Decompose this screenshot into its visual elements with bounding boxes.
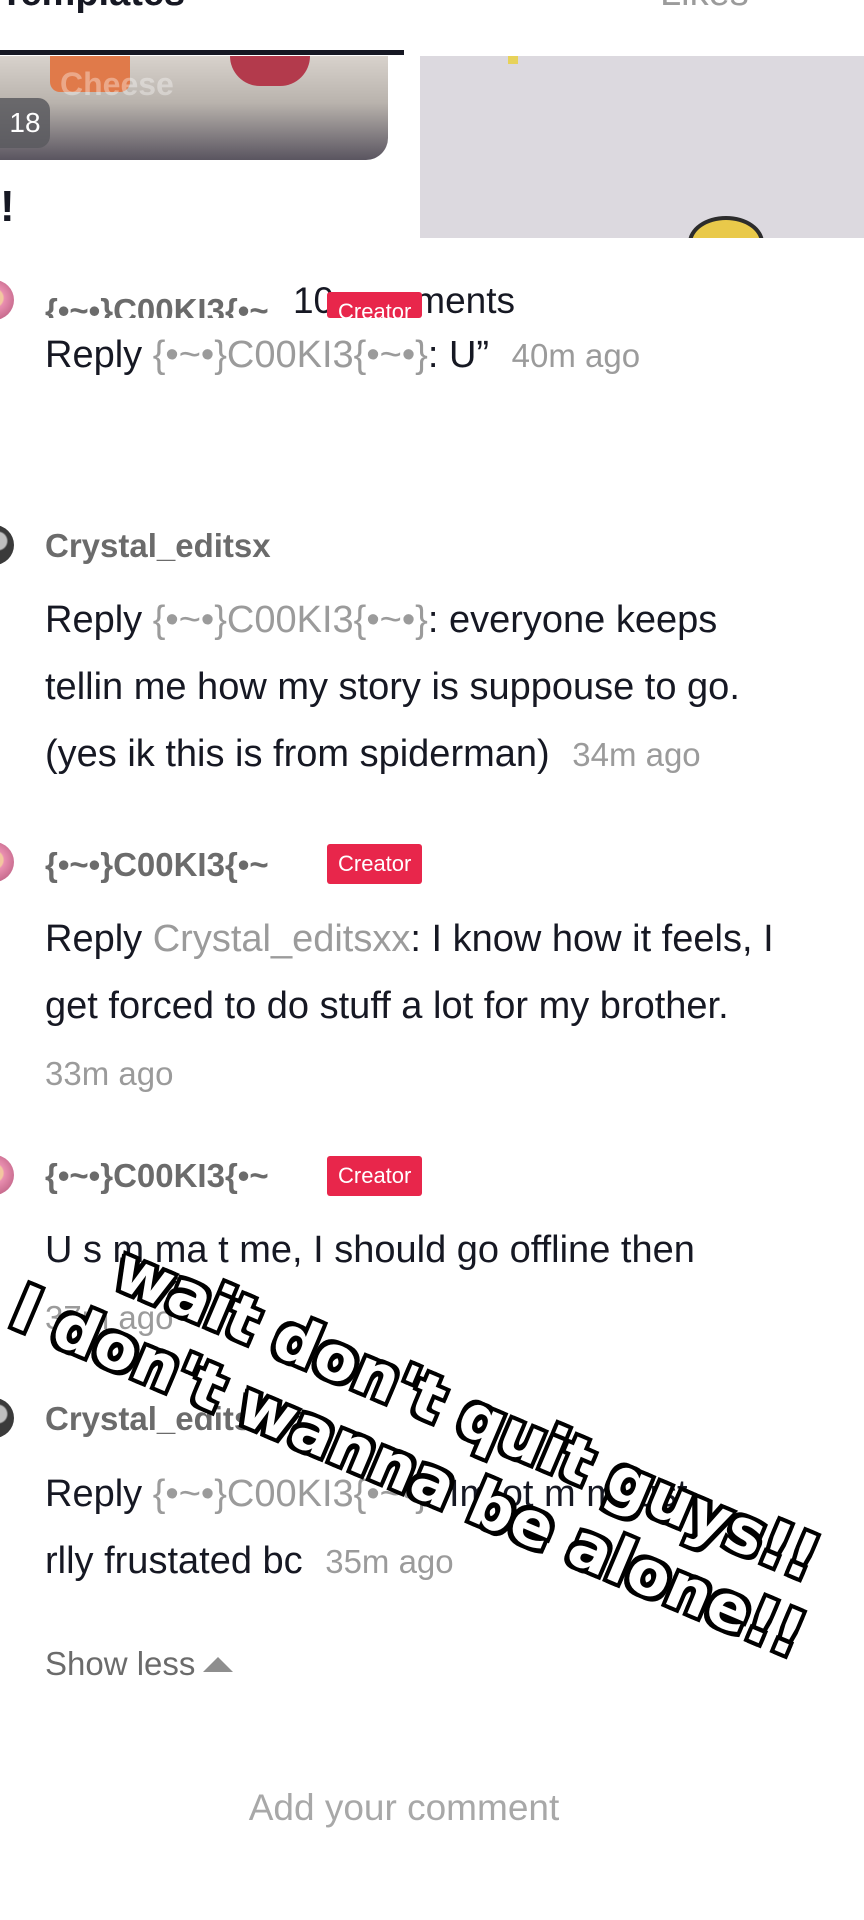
comment-timestamp: 34m ago bbox=[572, 736, 701, 773]
creator-badge: Creator bbox=[327, 292, 423, 318]
reply-mention[interactable]: {•~•}C00KI3{•~•} bbox=[153, 599, 428, 641]
thumbnail-art bbox=[508, 56, 518, 64]
reply-mention[interactable]: {•~•}C00KI3{•~•} bbox=[153, 334, 428, 376]
reply-word: Reply bbox=[45, 599, 143, 641]
add-comment-input[interactable]: Add your comment bbox=[0, 1787, 808, 1829]
avatar[interactable] bbox=[0, 842, 14, 882]
comment-timestamp: 33m ago bbox=[45, 1055, 174, 1092]
avatar[interactable] bbox=[0, 1398, 14, 1438]
comment-body-line: : I know how it feels, I bbox=[410, 918, 774, 960]
creator-badge: Creator bbox=[327, 1156, 423, 1196]
comments-panel: 10 comments {•~•}C00KI3{•~ Creator Reply… bbox=[0, 240, 864, 1920]
comment-body-line: get forced to do stuff a lot for my brot… bbox=[45, 985, 729, 1027]
comment-body-line: (yes ik this is from spiderman) bbox=[45, 733, 550, 775]
comment-username[interactable]: Crystal_editsx bbox=[45, 527, 271, 565]
comment-body: : U” bbox=[427, 334, 490, 376]
avatar[interactable] bbox=[0, 1155, 14, 1195]
caret-up-icon bbox=[203, 1657, 234, 1672]
thumbnail-art bbox=[230, 56, 310, 86]
comment-username[interactable]: {•~•}C00KI3{•~ bbox=[45, 1157, 269, 1195]
reply-mention[interactable]: Crystal_editsxx bbox=[153, 918, 411, 960]
profile-tab-bar: Templates Likes bbox=[0, 0, 864, 56]
video-thumbnail-1[interactable]: Cheese bbox=[0, 56, 388, 160]
reply-word: Reply bbox=[45, 918, 143, 960]
show-less-label: Show less bbox=[45, 1645, 196, 1682]
comment-body-line: tellin me how my story is suppouse to go… bbox=[45, 666, 740, 708]
creator-badge: Creator bbox=[327, 844, 423, 884]
show-less-button[interactable]: Show less bbox=[45, 1645, 234, 1683]
comment-text[interactable]: Reply {•~•}C00KI3{•~•}: everyone keeps t… bbox=[45, 587, 864, 788]
comment-body-line: rlly frustated bc bbox=[45, 1540, 303, 1582]
comment-text[interactable]: Reply Crystal_editsxx: I know how it fee… bbox=[45, 906, 864, 1107]
comment-username[interactable]: {•~•}C00KI3{•~ bbox=[45, 846, 269, 884]
view-count-badge: 18 bbox=[0, 98, 50, 148]
comment-text[interactable]: Reply {•~•}C00KI3{•~•}: U” 40m ago bbox=[45, 322, 864, 389]
thumbnail-watermark: Cheese bbox=[60, 66, 174, 102]
comment-body-line: : everyone keeps bbox=[427, 599, 718, 641]
active-tab-indicator bbox=[0, 50, 404, 55]
tab-likes[interactable]: Likes bbox=[660, 0, 749, 15]
reply-word: Reply bbox=[45, 1473, 143, 1515]
avatar[interactable] bbox=[0, 525, 14, 565]
video-thumbnail-2[interactable] bbox=[420, 56, 864, 238]
comment-username[interactable]: {•~•}C00KI3{•~ bbox=[45, 292, 269, 318]
comment-timestamp: 35m ago bbox=[325, 1543, 454, 1580]
reply-word: Reply bbox=[45, 334, 143, 376]
thumbnail-caption: ! bbox=[0, 182, 15, 231]
thumbnail-art bbox=[688, 216, 764, 238]
tab-templates[interactable]: Templates bbox=[0, 0, 185, 15]
comment-timestamp: 40m ago bbox=[511, 337, 641, 374]
